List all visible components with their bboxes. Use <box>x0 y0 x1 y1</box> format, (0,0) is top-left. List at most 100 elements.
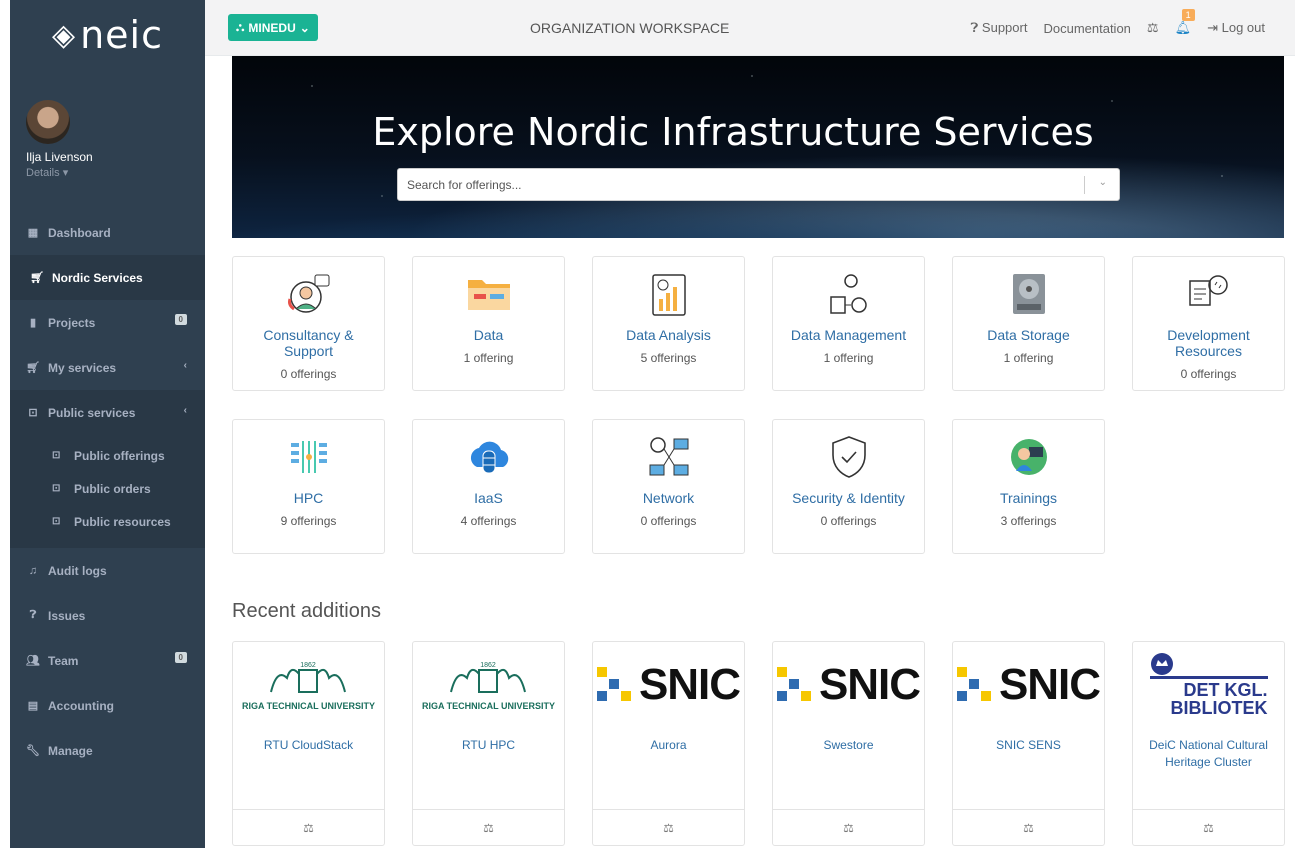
category-title: HPC <box>293 490 324 506</box>
top-links: ❓︎ Support Documentation ⚖ 🔔︎ 1 ⇥ Log ou… <box>970 9 1265 36</box>
cloud-database-icon <box>413 432 564 482</box>
offering-search-input[interactable]: Search for offerings... ⌄ <box>397 168 1120 201</box>
teacher-icon <box>953 432 1104 482</box>
question-icon: ❓︎ <box>29 609 37 621</box>
sidebar-item-public-services[interactable]: ⊡ Public services ‹ <box>10 390 205 435</box>
sidebar-item-nordic-services[interactable]: 🛒︎ Nordic Services <box>10 255 205 300</box>
category-title: Data Management <box>790 327 907 343</box>
category-card-data-management[interactable]: Data Management 1 offering <box>772 256 925 391</box>
shield-check-icon <box>773 432 924 482</box>
category-card-hpc[interactable]: HPC 9 offerings <box>232 419 385 554</box>
bell-icon: 🔔︎ <box>1174 20 1192 35</box>
logo-text: SNIC <box>638 659 741 709</box>
avatar[interactable] <box>26 100 70 144</box>
user-name: Ilja Livenson <box>26 150 93 164</box>
offering-card-rtu-hpc[interactable]: 1862 RIGA TECHNICAL UNIVERSITY RTU HPC ⚖ <box>412 641 565 846</box>
offering-card-rtu-cloudstack[interactable]: 1862 RIGA TECHNICAL UNIVERSITY RTU Cloud… <box>232 641 385 846</box>
sidebar-item-team[interactable]: 👥︎ Team 0 <box>10 638 205 683</box>
sidebar-item-public-offerings[interactable]: ⊡ Public offerings <box>10 439 205 472</box>
projects-count-badge: 0 <box>174 314 187 325</box>
offering-title: RTU HPC <box>461 738 516 752</box>
sidebar-item-projects[interactable]: ▮ Projects 0 <box>10 300 205 345</box>
snic-logo: SNIC <box>773 642 924 727</box>
sidebar-item-issues[interactable]: ❓︎ Issues <box>10 593 205 638</box>
storefront-icon: ⊡ <box>52 483 61 494</box>
compare-scale-icon[interactable]: ⚖ <box>773 809 924 845</box>
workspace-title: ORGANIZATION WORKSPACE <box>530 20 730 36</box>
hpc-icon <box>233 432 384 482</box>
notification-count-badge: 1 <box>1181 9 1195 21</box>
hard-drive-icon <box>953 269 1104 319</box>
compare-scale-icon[interactable]: ⚖ <box>1147 20 1159 36</box>
offering-card-snic-sens[interactable]: SNIC SNIC SENS ⚖ <box>952 641 1105 846</box>
category-card-network[interactable]: Network 0 offerings <box>592 419 745 554</box>
category-title: Data Storage <box>987 327 1070 343</box>
dashboard-icon: ▦ <box>27 227 39 239</box>
support-link[interactable]: ❓︎ Support <box>970 20 1027 36</box>
wrench-icon: 🔧︎ <box>26 745 40 757</box>
sidebar-item-manage[interactable]: 🔧︎ Manage <box>10 728 205 773</box>
compare-scale-icon[interactable]: ⚖ <box>413 809 564 845</box>
category-title: Data <box>473 327 504 343</box>
compare-scale-icon[interactable]: ⚖ <box>1133 809 1284 845</box>
storefront-icon: ⊡ <box>52 450 61 461</box>
sidebar-item-public-orders[interactable]: ⊡ Public orders <box>10 472 205 505</box>
top-bar: ⛬ MINEDU ⌄ ORGANIZATION WORKSPACE ❓︎ Sup… <box>205 0 1295 56</box>
chevron-down-icon[interactable]: ⌄ <box>1099 177 1107 188</box>
category-card-consultancy[interactable]: Consultancy & Support 0 offerings <box>232 256 385 391</box>
subnav-label: Public offerings <box>74 448 165 463</box>
hero-title: Explore Nordic Infrastructure Services <box>372 110 1094 154</box>
category-count: 0 offerings <box>1180 367 1237 381</box>
storefront-icon: ⊡ <box>28 407 38 419</box>
category-card-security[interactable]: Security & Identity 0 offerings <box>772 419 925 554</box>
offering-card-aurora[interactable]: SNIC Aurora ⚖ <box>592 641 745 846</box>
compare-scale-icon[interactable]: ⚖ <box>953 809 1104 845</box>
documentation-link[interactable]: Documentation <box>1043 21 1130 36</box>
notifications-button[interactable]: 🔔︎ 1 <box>1174 9 1195 36</box>
neic-logo[interactable]: ◈ neic <box>10 0 205 70</box>
sidebar-item-accounting[interactable]: ▤ Accounting <box>10 683 205 728</box>
offering-card-swestore[interactable]: SNIC Swestore ⚖ <box>772 641 925 846</box>
sidebar-item-label: Public services <box>48 405 136 420</box>
category-count: 1 offering <box>1003 351 1054 365</box>
sidebar-item-label: Projects <box>48 315 96 330</box>
user-profile: Ilja Livenson Details ▾ <box>10 70 205 210</box>
rtu-logo: 1862 RIGA TECHNICAL UNIVERSITY <box>413 642 564 727</box>
subnav-label: Public resources <box>74 514 171 529</box>
logo-year: 1862 <box>481 662 497 669</box>
logout-link[interactable]: ⇥ Log out <box>1207 20 1265 36</box>
compare-scale-icon[interactable]: ⚖ <box>593 809 744 845</box>
logo-text: DET KGL. BIBLIOTEK <box>1149 676 1268 717</box>
category-card-data-storage[interactable]: Data Storage 1 offering <box>952 256 1105 391</box>
storefront-icon: ⊡ <box>52 516 61 527</box>
offering-card-deic-cultural-heritage[interactable]: DET KGL. BIBLIOTEK DeiC National Cultura… <box>1132 641 1285 846</box>
users-icon: 👥︎ <box>26 655 40 667</box>
category-card-data-analysis[interactable]: Data Analysis 5 offerings <box>592 256 745 391</box>
cart-icon: 🛒︎ <box>30 272 44 284</box>
hero-banner: Explore Nordic Infrastructure Services S… <box>232 56 1284 238</box>
category-count: 3 offerings <box>1000 514 1057 528</box>
development-icon <box>1133 269 1284 319</box>
sidebar-item-my-services[interactable]: 🛒︎ My services ‹ <box>10 345 205 390</box>
sidebar-item-dashboard[interactable]: ▦ Dashboard <box>10 210 205 255</box>
category-card-iaas[interactable]: IaaS 4 offerings <box>412 419 565 554</box>
category-count: 1 offering <box>463 351 514 365</box>
sidebar-item-audit-logs[interactable]: ♫ Audit logs <box>10 548 205 593</box>
category-card-data[interactable]: Data 1 offering <box>412 256 565 391</box>
divider <box>1084 176 1085 194</box>
category-card-trainings[interactable]: Trainings 3 offerings <box>952 419 1105 554</box>
cart-icon: 🛒︎ <box>26 362 40 374</box>
recent-additions-heading: Recent additions <box>232 600 381 622</box>
sidebar-item-label: Dashboard <box>48 225 111 240</box>
user-details-toggle[interactable]: Details ▾ <box>26 166 205 179</box>
sitemap-icon: ⛬ <box>236 20 245 34</box>
sidebar-item-public-resources[interactable]: ⊡ Public resources <box>10 505 205 538</box>
organization-switcher-button[interactable]: ⛬ MINEDU ⌄ <box>228 14 318 41</box>
subnav-label: Public orders <box>74 481 151 496</box>
chevron-left-icon: ‹ <box>183 360 187 371</box>
public-services-subnav: ⊡ Public offerings ⊡ Public orders ⊡ Public… <box>10 435 205 548</box>
search-placeholder: Search for offerings... <box>407 177 522 192</box>
compare-scale-icon[interactable]: ⚖ <box>233 809 384 845</box>
category-card-development-resources[interactable]: Development Resources 0 offerings <box>1132 256 1285 391</box>
offering-title: RTU CloudStack <box>263 738 354 752</box>
